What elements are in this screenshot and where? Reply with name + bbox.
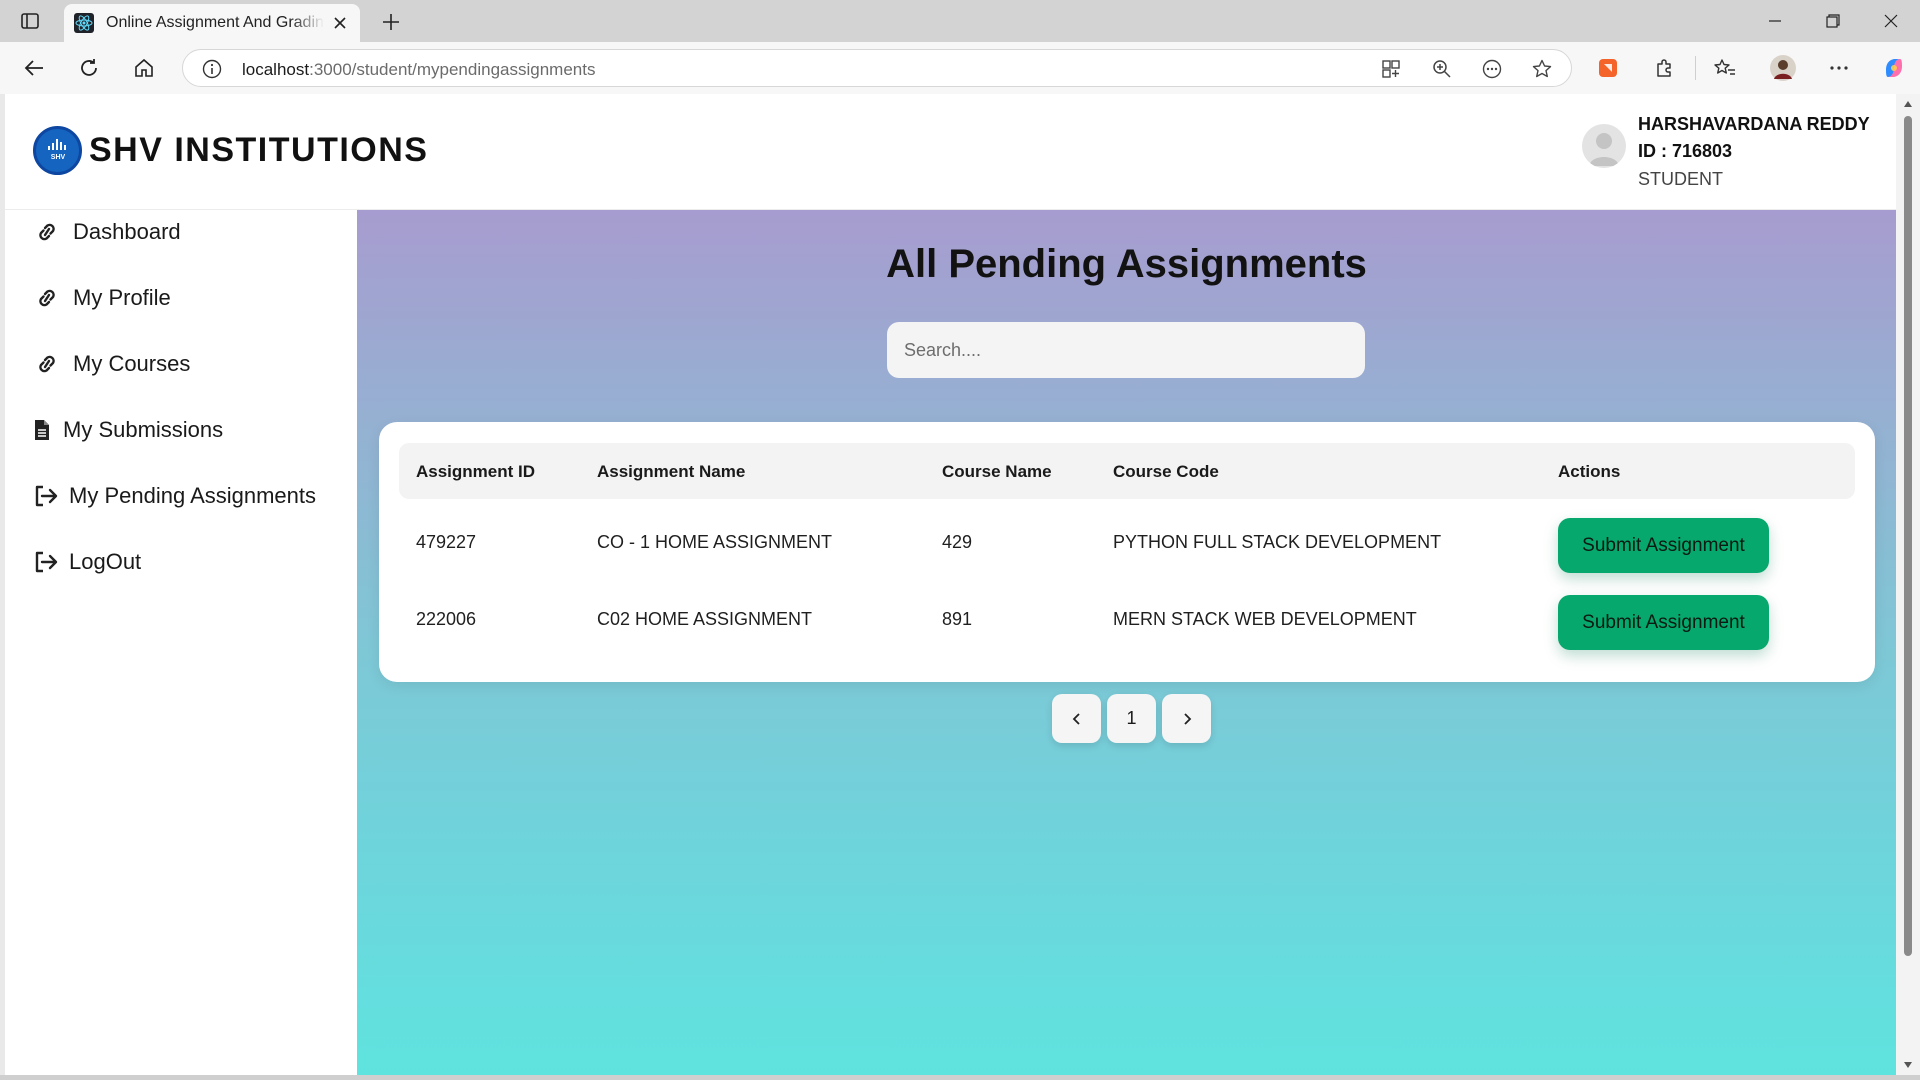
chevron-left-icon [1072,712,1080,725]
pagination: 1 [1052,694,1211,743]
react-icon [74,13,94,33]
cell-course-code: MERN STACK WEB DEVELOPMENT [1113,609,1417,629]
sidebar: Dashboard My Profile My Courses My Submi… [5,210,357,1075]
brand-name: SHV INSTITUTIONS [89,131,429,169]
refresh-icon[interactable] [74,53,104,83]
cell-assignment-id: 479227 [416,532,477,552]
next-page-button[interactable] [1162,694,1211,743]
submit-assignment-button[interactable]: Submit Assignment [1558,595,1769,650]
close-tab-icon[interactable] [330,13,350,33]
link-icon [33,284,61,312]
sidebar-item-my-pending-assignments[interactable]: My Pending Assignments [33,478,316,514]
sign-out-icon [33,548,59,576]
back-arrow-icon[interactable] [19,53,49,83]
file-icon [33,416,51,444]
minimize-icon[interactable] [1762,8,1788,34]
web-page: SHV SHV INSTITUTIONS HARSHAVARDANA REDDY… [5,94,1896,1075]
window-bottom-edge [0,1075,1920,1080]
address-url: localhost:3000/student/mypendingassignme… [242,60,595,80]
sidebar-item-label: My Submissions [63,417,224,442]
table-header: Assignment ID Assignment Name Course Nam… [399,443,1855,499]
institution-logo: SHV [33,126,82,175]
sidebar-item-my-courses[interactable]: My Courses [33,346,190,382]
scroll-down-arrow-icon[interactable] [1903,1061,1913,1069]
app-available-icon[interactable] [1379,57,1403,81]
user-info: HARSHAVARDANA REDDY ID : 716803 STUDENT [1638,111,1870,194]
favorites-icon[interactable] [1710,53,1740,83]
column-header-assignment-name: Assignment Name [597,462,746,481]
table-row: 479227 CO - 1 HOME ASSIGNMENT 429 PYTHON… [399,504,1855,580]
sign-out-icon [33,482,59,510]
logo-text: SHV [50,154,65,161]
restore-icon[interactable] [1820,8,1846,34]
site-info-icon[interactable] [201,58,223,80]
previous-page-button[interactable] [1052,694,1101,743]
sidebar-item-my-submissions[interactable]: My Submissions [33,412,223,448]
sidebar-item-label: Dashboard [73,219,181,244]
app-header: SHV SHV INSTITUTIONS HARSHAVARDANA REDDY… [5,94,1896,210]
browser-tab[interactable]: Online Assignment And Grading System [64,4,360,42]
cell-assignment-id: 222006 [416,609,477,629]
user-role: STUDENT [1638,169,1723,189]
toolbar-divider [1695,56,1696,80]
column-header-course-code: Course Code [1113,462,1219,481]
browser-titlebar: Online Assignment And Grading System [0,0,1920,42]
sidebar-item-my-profile[interactable]: My Profile [33,280,171,316]
url-host: localhost [242,60,310,79]
tab-title: Online Assignment And Grading System [106,14,324,31]
column-header-assignment-id: Assignment ID [416,462,536,481]
address-bar[interactable]: localhost:3000/student/mypendingassignme… [182,49,1572,87]
column-header-actions: Actions [1558,462,1621,481]
home-icon[interactable] [129,53,159,83]
sidebar-item-dashboard[interactable]: Dashboard [33,214,181,250]
page-scrollbar[interactable] [1896,94,1920,1075]
more-options-icon[interactable] [1824,53,1854,83]
assignments-table-card: Assignment ID Assignment Name Course Nam… [379,422,1875,682]
copilot-icon[interactable] [1879,53,1909,83]
user-name: HARSHAVARDANA REDDY [1638,114,1870,134]
table-row: 222006 C02 HOME ASSIGNMENT 891 MERN STAC… [399,581,1855,657]
user-id: ID : 716803 [1638,141,1733,161]
cell-assignment-name: C02 HOME ASSIGNMENT [597,609,813,629]
new-tab-icon[interactable] [378,9,404,35]
extension-icon[interactable] [1593,53,1623,83]
read-aloud-icon[interactable] [1480,57,1504,81]
cell-course-code: PYTHON FULL STACK DEVELOPMENT [1113,532,1442,552]
page-title: All Pending Assignments [886,242,1367,286]
scrollbar-thumb[interactable] [1904,116,1912,956]
favorite-star-icon[interactable] [1530,57,1554,81]
sidebar-item-label: My Courses [73,351,191,376]
brand[interactable]: SHV SHV INSTITUTIONS [33,126,428,175]
column-header-course-name: Course Name [942,462,1052,481]
search-input[interactable] [887,322,1365,378]
chevron-right-icon [1183,712,1191,725]
page-number-button[interactable]: 1 [1107,694,1156,743]
sidebar-item-label: My Pending Assignments [69,483,317,508]
profile-avatar-icon[interactable] [1768,53,1798,83]
main-content: All Pending Assignments Assignment ID As… [357,210,1896,1075]
sidebar-item-logout[interactable]: LogOut [33,544,141,580]
sidebar-item-label: My Profile [73,285,171,310]
close-window-icon[interactable] [1878,8,1904,34]
zoom-icon[interactable] [1430,57,1454,81]
user-panel: HARSHAVARDANA REDDY ID : 716803 STUDENT [1582,111,1870,194]
sidebar-item-label: LogOut [69,549,142,574]
browser-toolbar: localhost:3000/student/mypendingassignme… [0,42,1920,94]
extensions-puzzle-icon[interactable] [1649,53,1679,83]
cell-course-name: 429 [942,532,973,552]
sidebar-toggle-icon[interactable] [20,11,40,31]
user-avatar[interactable] [1582,124,1626,168]
link-icon [33,350,61,378]
scroll-up-arrow-icon[interactable] [1903,100,1913,108]
link-icon [33,218,61,246]
cell-assignment-name: CO - 1 HOME ASSIGNMENT [597,532,833,552]
submit-assignment-button[interactable]: Submit Assignment [1558,518,1769,573]
cell-course-name: 891 [942,609,973,629]
url-path: :3000/student/mypendingassignments [309,60,596,79]
